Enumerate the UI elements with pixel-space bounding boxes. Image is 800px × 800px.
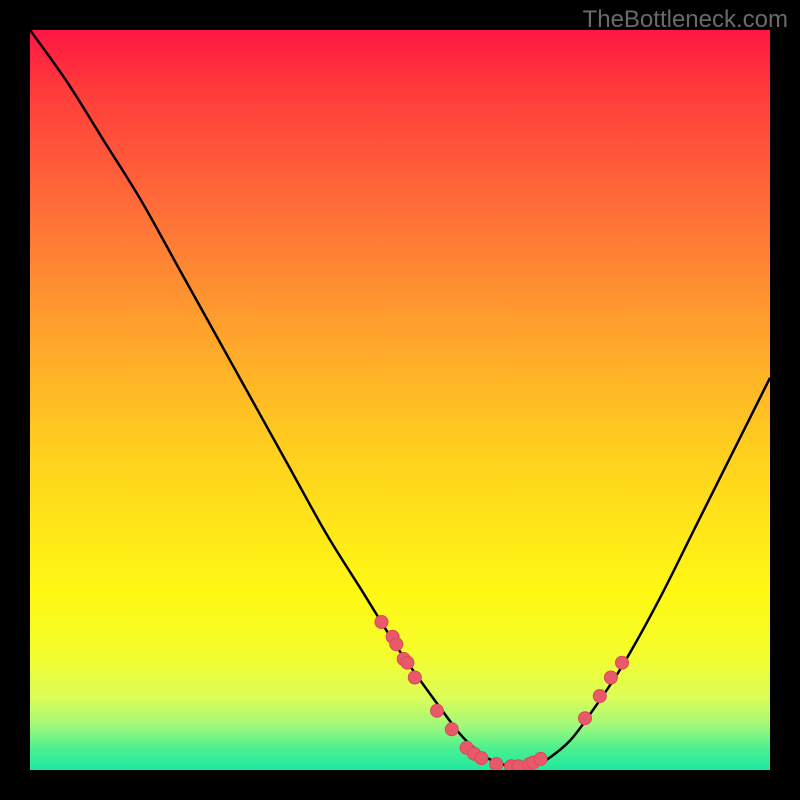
scatter-dot [579, 712, 592, 725]
scatter-dot [375, 616, 388, 629]
scatter-dot [593, 690, 606, 703]
scatter-dot [390, 638, 403, 651]
scatter-dots-group [375, 616, 629, 771]
watermark-text: TheBottleneck.com [583, 6, 788, 34]
scatter-dot [475, 752, 488, 765]
scatter-dot [445, 723, 458, 736]
scatter-dot [490, 758, 503, 770]
scatter-dot [534, 752, 547, 765]
scatter-dot [616, 656, 629, 669]
chart-svg [30, 30, 770, 770]
scatter-dot [431, 704, 444, 717]
chart-plot-area [30, 30, 770, 770]
scatter-dot [401, 656, 414, 669]
scatter-dot [408, 671, 421, 684]
scatter-dot [604, 671, 617, 684]
